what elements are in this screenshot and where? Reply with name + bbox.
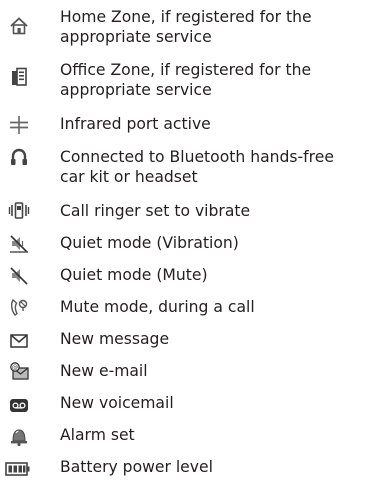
indicator-label: New e-mail [60, 362, 148, 380]
quiet-vibration-icon [8, 233, 30, 255]
indicator-label: Call ringer set to vibrate [60, 202, 251, 220]
infrared-icon [8, 114, 30, 136]
alarm-icon [8, 425, 30, 447]
indicator-label: Alarm set [60, 426, 135, 444]
indicator-label: Battery power level [60, 458, 213, 476]
new-message-icon [8, 330, 30, 352]
indicator-label: New voicemail [60, 394, 174, 412]
battery-icon [5, 458, 31, 480]
indicator-label: Connected to Bluetooth hands-free car ki… [60, 148, 334, 186]
mute-call-icon [8, 297, 30, 319]
svg-text:@: @ [12, 363, 19, 371]
office-zone-icon [8, 66, 30, 88]
vibrate-icon [8, 200, 30, 222]
indicator-label: Office Zone, if registered for the appro… [60, 61, 312, 99]
home-zone-icon [8, 15, 30, 37]
indicator-label: Infrared port active [60, 115, 211, 133]
indicator-label: Mute mode, during a call [60, 298, 255, 316]
indicator-label: Home Zone, if registered for the appropr… [60, 8, 312, 46]
new-email-icon: @ [8, 361, 30, 383]
indicator-label: New message [60, 330, 170, 348]
indicator-label: Quiet mode (Vibration) [60, 234, 239, 252]
indicator-label: Quiet mode (Mute) [60, 266, 208, 284]
bluetooth-headset-icon [8, 146, 30, 168]
quiet-mute-icon [8, 265, 30, 287]
new-voicemail-icon [8, 394, 30, 416]
